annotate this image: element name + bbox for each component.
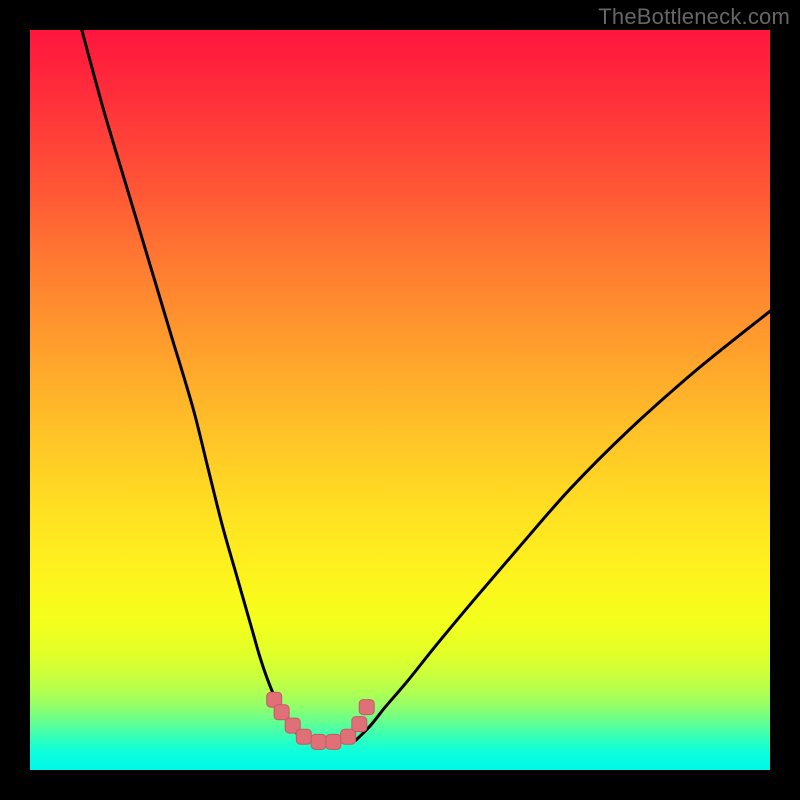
data-marker: [296, 729, 311, 744]
data-marker: [274, 705, 289, 720]
data-marker: [352, 717, 367, 732]
data-marker: [359, 700, 374, 715]
data-marker: [326, 734, 341, 749]
chart-frame: TheBottleneck.com: [0, 0, 800, 800]
plot-area: [30, 30, 770, 770]
curve-layer: [30, 30, 770, 770]
curve-right-branch: [356, 311, 770, 740]
watermark-text: TheBottleneck.com: [598, 4, 790, 30]
data-marker: [311, 734, 326, 749]
curve-left-branch: [82, 30, 304, 740]
